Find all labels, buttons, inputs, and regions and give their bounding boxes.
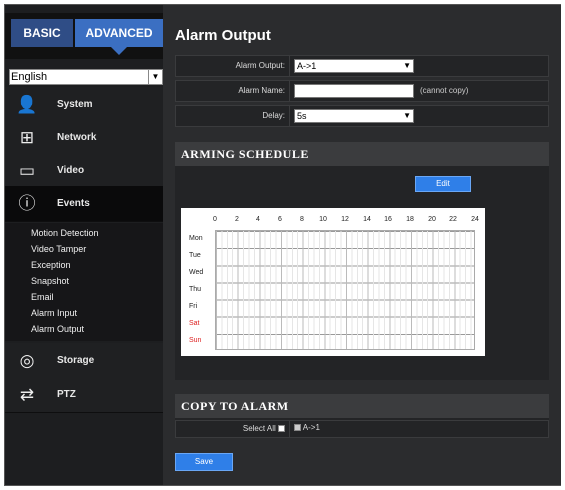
select-all-checkbox[interactable] [278,425,285,433]
app-window: BASIC ADVANCED English ▼ 👤 System ⊞ Netw… [4,4,561,486]
hour-label: 22 [449,216,457,223]
sidebar-item-label: Network [57,132,97,143]
hour-label: 10 [319,216,327,223]
submenu-item-alarm-input[interactable]: Alarm Input [31,308,77,318]
sidebar-item-label: Events [57,198,90,209]
tab-advanced[interactable]: ADVANCED [75,19,163,55]
delay-label: Delay: [176,106,290,126]
alarm-name-input[interactable] [294,84,414,98]
save-button[interactable]: Save [175,453,233,471]
select-all-label: Select All [242,424,276,433]
sidebar-item-label: Video [57,165,85,176]
day-label: Wed [189,269,204,276]
day-label: Thu [189,286,202,293]
alarm-output-value: A->1 [297,61,317,71]
hour-label: 24 [471,216,479,223]
schedule-grid[interactable] [215,230,475,350]
sidebar-item-label: PTZ [57,389,76,400]
alarm-a1-label: A->1 [302,423,320,432]
submenu-item-video-tamper[interactable]: Video Tamper [31,244,86,254]
submenu-item-snapshot[interactable]: Snapshot [31,276,69,286]
day-label: Sat [189,320,200,327]
hour-label: 12 [341,216,349,223]
sidebar-item-events[interactable]: ⓘ Events [5,186,171,222]
alarm-name-note: (cannot copy) [420,86,469,95]
page-title: Alarm Output [175,27,271,44]
hour-label: 18 [406,216,414,223]
sidebar-item-label: System [57,99,93,110]
arming-schedule-title: ARMING SCHEDULE [175,142,549,166]
sidebar-item-video[interactable]: ▭ Video [5,153,163,189]
chevron-down-icon: ▼ [403,111,411,120]
submenu-item-alarm-output[interactable]: Alarm Output [31,324,84,334]
schedule-grid-panel: 0 2 4 6 8 10 12 14 16 18 20 22 24 Mon Tu… [181,208,485,356]
copy-row: Select All A->1 [175,420,549,438]
day-label: Sun [189,337,202,344]
alarm-output-label: Alarm Output: [176,56,290,76]
chevron-down-icon: ▼ [403,61,411,70]
hour-label: 0 [213,216,217,223]
alarm-output-select[interactable]: A->1 ▼ [294,59,414,73]
edit-button[interactable]: Edit [415,176,471,192]
storage-disk-icon: ◎ [19,351,35,370]
language-value: English [11,71,48,83]
sidebar-item-system[interactable]: 👤 System [5,87,163,123]
sidebar-item-storage[interactable]: ◎ Storage [5,343,163,379]
submenu-item-motion-detection[interactable]: Motion Detection [31,228,99,238]
hour-label: 20 [428,216,436,223]
hour-label: 16 [384,216,392,223]
arming-schedule-panel: ARMING SCHEDULE Edit 0 2 4 6 8 10 12 14 … [175,142,549,380]
day-label: Tue [189,252,201,259]
submenu-item-email[interactable]: Email [31,292,54,302]
day-label: Mon [189,235,203,242]
sidebar-item-ptz[interactable]: ⇄ PTZ [5,377,163,413]
events-submenu: Motion Detection Video Tamper Exception … [5,223,163,341]
sidebar: BASIC ADVANCED English ▼ 👤 System ⊞ Netw… [5,5,171,485]
video-camera-icon: ▭ [18,161,36,180]
sidebar-item-label: Storage [57,355,95,366]
copy-to-alarm-panel: COPY TO ALARM Select All A->1 [175,394,549,438]
select-all-group: Select All [176,421,290,437]
system-user-icon: 👤 [16,95,38,114]
hour-label: 14 [363,216,371,223]
tab-basic[interactable]: BASIC [11,19,73,47]
submenu-item-exception[interactable]: Exception [31,260,71,270]
network-icon: ⊞ [19,128,35,147]
delay-row: Delay: 5s ▼ [175,105,549,127]
hour-label: 2 [235,216,239,223]
alarm-name-label: Alarm Name: [176,81,290,101]
main-content: Alarm Output Alarm Output: A->1 ▼ Alarm … [163,5,561,485]
alarm-a1-checkbox[interactable] [294,424,301,432]
hour-label: 4 [256,216,260,223]
copy-to-alarm-title: COPY TO ALARM [175,394,549,418]
hour-label: 6 [278,216,282,223]
target-group: A->1 [294,423,320,432]
ptz-camera-icon: ⇄ [19,385,35,404]
chevron-down-icon: ▼ [148,70,162,84]
delay-select[interactable]: 5s ▼ [294,109,414,123]
mode-tabs: BASIC ADVANCED [5,13,163,59]
day-label: Fri [189,303,198,310]
delay-value: 5s [297,111,307,121]
sidebar-item-network[interactable]: ⊞ Network [5,120,163,156]
language-select[interactable]: English ▼ [9,69,163,85]
hour-label: 8 [300,216,304,223]
alert-icon: ⓘ [18,194,36,213]
alarm-name-row: Alarm Name: (cannot copy) [175,80,549,102]
alarm-output-row: Alarm Output: A->1 ▼ [175,55,549,77]
